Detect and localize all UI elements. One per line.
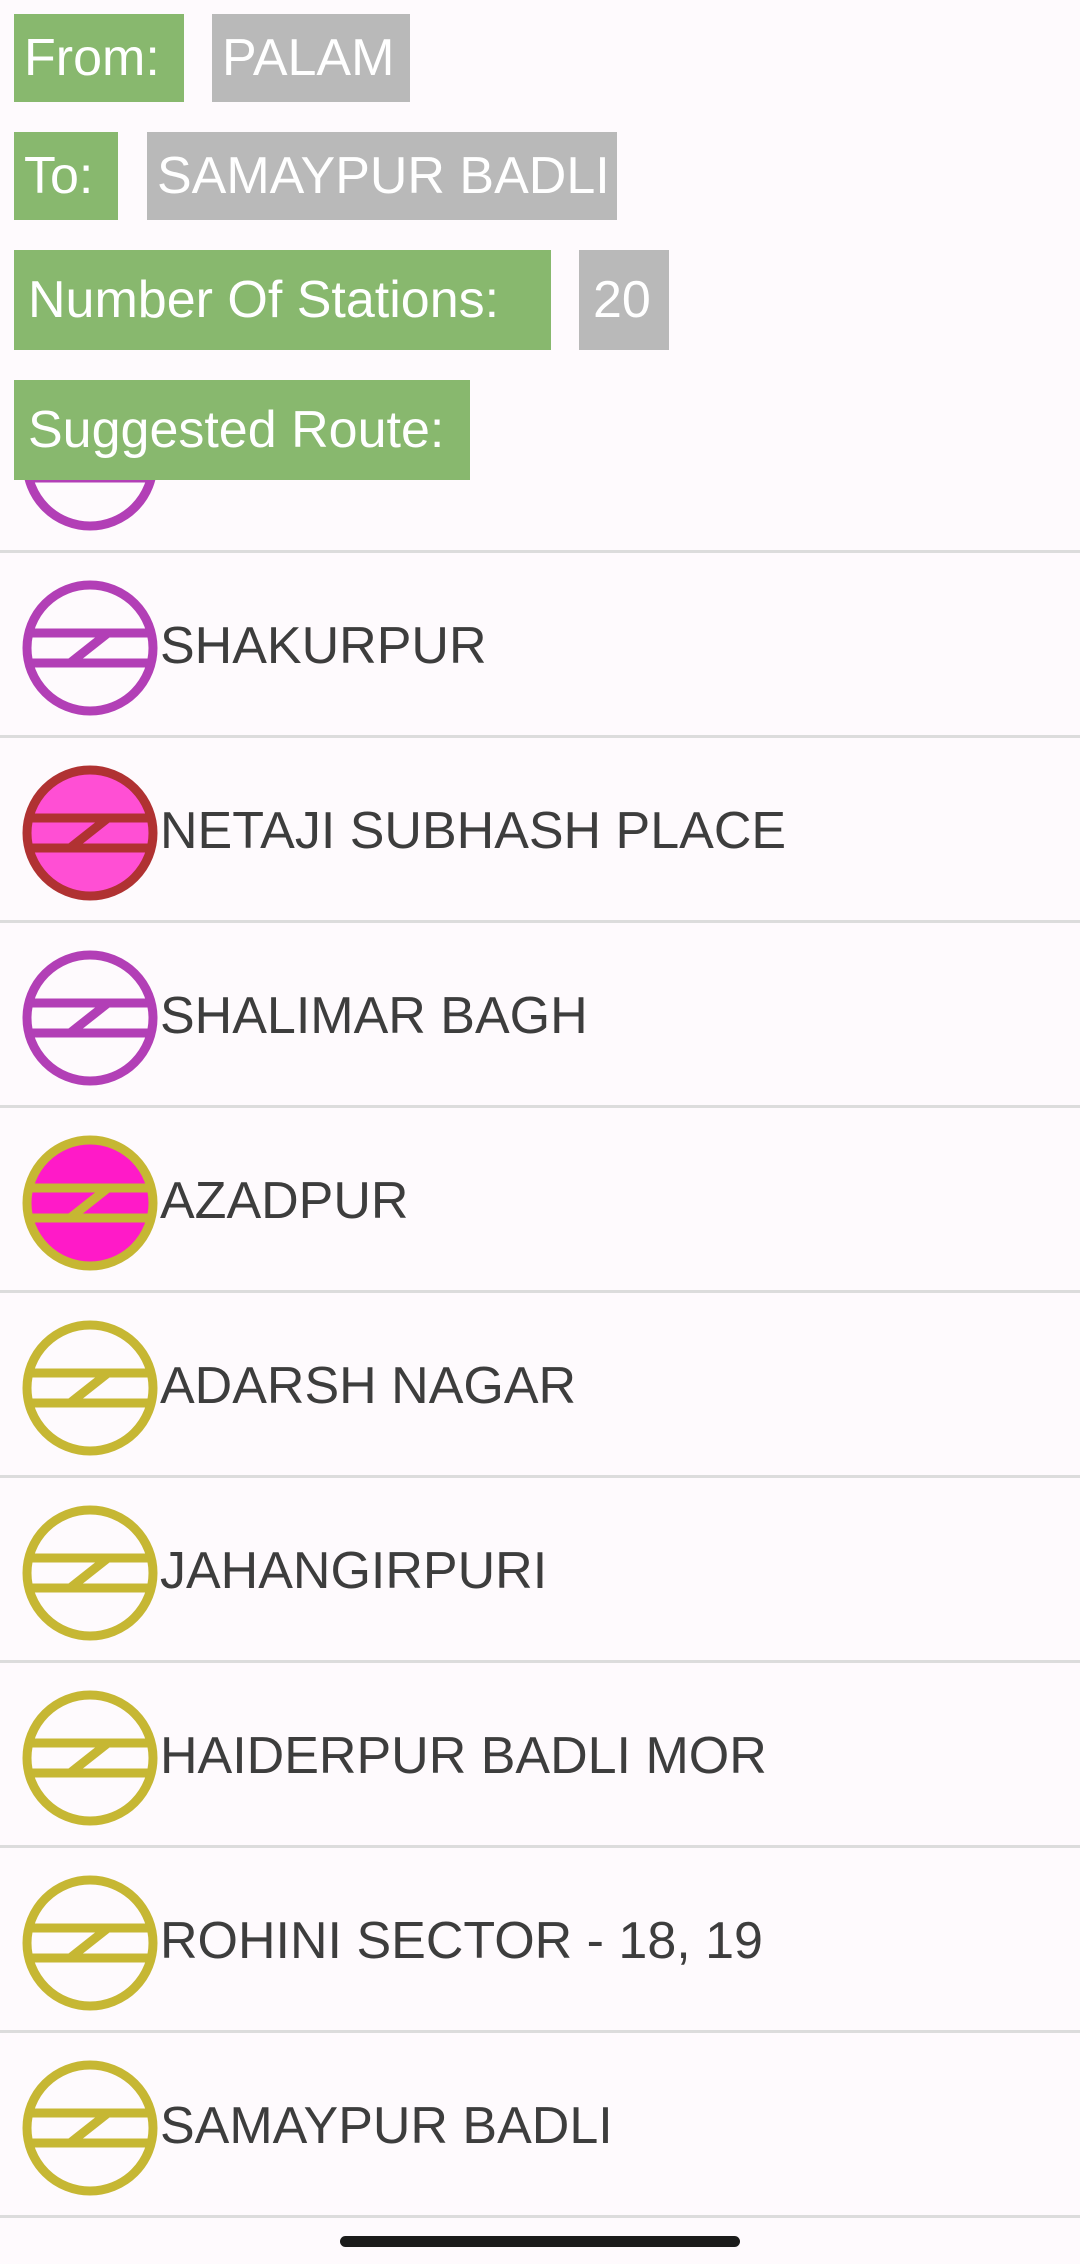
- station-name: AZADPUR: [160, 1171, 409, 1230]
- station-name: ADARSH NAGAR: [160, 1356, 577, 1415]
- station-name: ROHINI SECTOR - 18, 19: [160, 1911, 763, 1970]
- from-station-value: PALAM: [212, 14, 410, 102]
- station-row[interactable]: SHAKURPUR: [0, 553, 1080, 738]
- station-name: SHALIMAR BAGH: [160, 986, 588, 1045]
- metro-logo-interchange-icon: [20, 1133, 160, 1273]
- station-row[interactable]: NETAJI SUBHASH PLACE: [0, 738, 1080, 923]
- station-row[interactable]: AZADPUR: [0, 1108, 1080, 1293]
- metro-logo-yellow-line-icon: [20, 1318, 160, 1458]
- to-label: To:: [14, 132, 118, 220]
- metro-logo-yellow-line-icon: [20, 1873, 160, 2013]
- station-row[interactable]: HAIDERPUR BADLI MOR: [0, 1663, 1080, 1848]
- station-row[interactable]: ROHINI SECTOR - 18, 19: [0, 1848, 1080, 2033]
- station-row[interactable]: [0, 480, 1080, 553]
- number-of-stations-label: Number Of Stations:: [14, 250, 551, 350]
- metro-logo-magenta-line-icon: [20, 948, 160, 1088]
- metro-logo-magenta-line-icon: [20, 480, 160, 533]
- metro-logo-yellow-line-icon: [20, 2058, 160, 2198]
- station-row[interactable]: SAMAYPUR BADLI: [0, 2033, 1080, 2218]
- station-row[interactable]: ADARSH NAGAR: [0, 1293, 1080, 1478]
- station-list[interactable]: SHAKURPUR NETAJI SUBHASH PLACE SHALIMAR BA…: [0, 480, 1080, 2220]
- home-indicator[interactable]: [340, 2236, 740, 2247]
- to-station-value: SAMAYPUR BADLI: [147, 132, 617, 220]
- number-of-stations-value: 20: [579, 250, 669, 350]
- from-label: From:: [14, 14, 184, 102]
- station-name: NETAJI SUBHASH PLACE: [160, 801, 787, 860]
- station-row[interactable]: JAHANGIRPURI: [0, 1478, 1080, 1663]
- suggested-route-label: Suggested Route:: [14, 380, 470, 480]
- metro-logo-magenta-line-icon: [20, 578, 160, 718]
- station-name: SAMAYPUR BADLI: [160, 2096, 613, 2155]
- metro-logo-yellow-line-icon: [20, 1503, 160, 1643]
- metro-logo-yellow-line-icon: [20, 1688, 160, 1828]
- station-name: JAHANGIRPURI: [160, 1541, 548, 1600]
- station-name: HAIDERPUR BADLI MOR: [160, 1726, 767, 1785]
- metro-logo-interchange-icon: [20, 763, 160, 903]
- station-name: SHAKURPUR: [160, 616, 487, 675]
- station-row[interactable]: SHALIMAR BAGH: [0, 923, 1080, 1108]
